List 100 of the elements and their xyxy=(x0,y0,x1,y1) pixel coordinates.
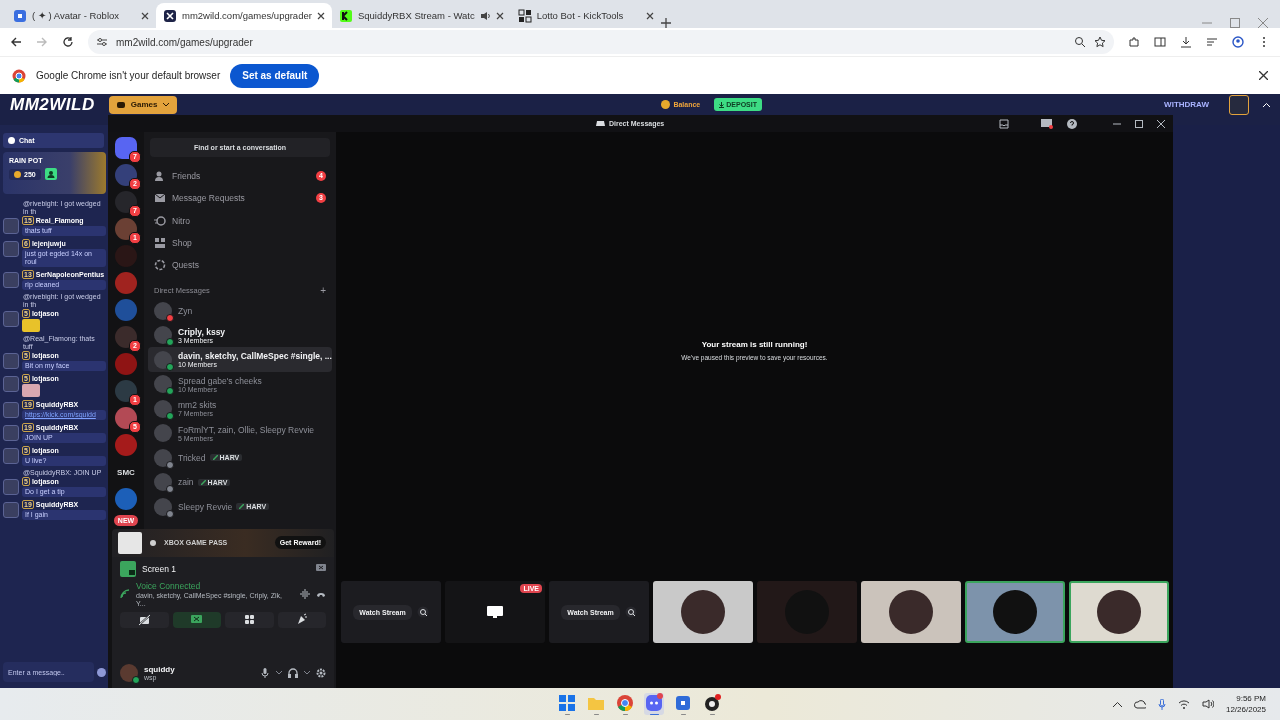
cloud-icon[interactable] xyxy=(1133,699,1146,709)
participant-tile[interactable] xyxy=(861,581,961,643)
friends-icon xyxy=(154,170,166,183)
emoji-icon[interactable] xyxy=(97,667,106,677)
microphone-icon[interactable] xyxy=(260,668,270,678)
close-icon[interactable] xyxy=(316,11,325,20)
avatar-image xyxy=(3,448,19,464)
set-default-button[interactable]: Set as default xyxy=(230,63,320,88)
url-text: mm2wild.com/games/upgrader xyxy=(116,36,253,48)
user-avatar[interactable] xyxy=(1229,94,1249,115)
obs-icon xyxy=(702,693,722,713)
avatar-image xyxy=(120,664,138,682)
browser-tab[interactable]: mm2wild.com/games/upgrader xyxy=(156,3,332,28)
signal-icon xyxy=(120,589,130,600)
download-icon xyxy=(719,101,725,108)
voice-control-button[interactable] xyxy=(172,612,221,628)
nav-label: Quests xyxy=(172,260,199,271)
avatar-image xyxy=(3,353,19,369)
avatar-image xyxy=(3,402,19,418)
new-tab-icon[interactable] xyxy=(660,18,671,28)
caret-icon[interactable] xyxy=(276,671,282,675)
clock[interactable]: 9:56 PM 12/26/2025 xyxy=(1225,694,1266,714)
browser-tab[interactable]: ( ✦ ) Avatar - Roblox xyxy=(6,3,156,28)
taskbar-app[interactable] xyxy=(702,693,722,715)
help-icon[interactable] xyxy=(1067,118,1077,129)
bookmark-star-icon[interactable] xyxy=(1094,36,1106,48)
screen-icon xyxy=(487,606,503,618)
close-icon[interactable] xyxy=(1259,71,1268,80)
leaf-icon xyxy=(212,455,218,461)
caret-icon[interactable] xyxy=(304,671,310,675)
voice-control-button[interactable] xyxy=(225,612,274,628)
wifi-icon[interactable] xyxy=(1177,699,1190,709)
server-icon[interactable] xyxy=(115,218,137,240)
shop-icon xyxy=(154,237,166,250)
settings-icon[interactable] xyxy=(316,668,326,678)
reload-icon[interactable] xyxy=(62,36,74,48)
site-info-icon[interactable] xyxy=(96,36,108,48)
participant-tile[interactable] xyxy=(653,581,753,643)
nav-item[interactable]: Quests xyxy=(144,254,336,277)
maximize-icon[interactable] xyxy=(1135,119,1143,128)
nav-item[interactable]: Shop xyxy=(144,231,336,255)
browser-tab[interactable]: Lotto Bot - KickTools xyxy=(510,3,661,28)
chrome-icon xyxy=(615,693,635,713)
extensions-icon[interactable] xyxy=(1128,36,1140,48)
screen-icon[interactable] xyxy=(1041,118,1053,129)
dm-name: zain xyxy=(178,477,194,488)
chevron-up-icon[interactable] xyxy=(1112,701,1122,707)
avatar-image xyxy=(1097,590,1141,634)
avatar-image xyxy=(154,424,172,443)
add-dm-button[interactable]: + xyxy=(320,285,326,296)
server-icon[interactable]: SMC xyxy=(117,461,135,483)
server-icon[interactable] xyxy=(115,380,137,402)
server-icon[interactable] xyxy=(115,407,137,429)
tab-favicon-icon xyxy=(517,8,532,23)
close-icon[interactable] xyxy=(141,11,149,20)
tab-favicon-icon xyxy=(163,8,177,23)
stop-sharing-icon[interactable] xyxy=(316,564,326,574)
browser-tab[interactable]: SquiddyRBX Stream - Watc xyxy=(331,3,511,28)
notice-title: Your stream is still running! xyxy=(701,340,808,349)
site-logo[interactable]: MM2WILD xyxy=(10,94,95,115)
voice-control-button[interactable] xyxy=(277,612,326,628)
participant-tile[interactable] xyxy=(965,581,1065,643)
nav-item[interactable]: Nitro xyxy=(144,209,336,232)
zoom-icon[interactable] xyxy=(1074,36,1086,48)
sticker-image xyxy=(22,319,40,332)
camera-off-icon xyxy=(137,613,151,627)
tab-favicon-icon xyxy=(13,8,27,23)
tab-search-icon[interactable] xyxy=(1206,36,1218,48)
close-icon[interactable] xyxy=(645,11,654,20)
headphones-icon[interactable] xyxy=(288,668,298,678)
discord-home-icon[interactable] xyxy=(115,137,137,159)
chat-bubble-icon xyxy=(8,137,15,144)
server-icon[interactable] xyxy=(115,164,137,186)
back-icon[interactable] xyxy=(10,36,22,48)
participant-tile[interactable] xyxy=(1069,581,1169,643)
address-bar[interactable]: mm2wild.com/games/upgrader xyxy=(88,30,1114,54)
dm-name: Criply, kssy xyxy=(178,326,226,337)
download-icon[interactable] xyxy=(1180,36,1192,48)
activity-icon xyxy=(242,613,256,627)
coin-icon xyxy=(14,170,21,178)
close-icon[interactable] xyxy=(495,11,504,20)
dm-name: Tricked xyxy=(178,452,206,463)
dm-name: Zyn xyxy=(178,305,193,316)
volume-icon[interactable] xyxy=(1201,699,1214,709)
voice-control-button[interactable] xyxy=(120,612,169,628)
server-icon[interactable] xyxy=(115,191,137,213)
dm-name: Spread gabe's cheeks xyxy=(178,375,262,386)
server-icon[interactable] xyxy=(115,326,137,348)
avatar-image xyxy=(3,425,19,441)
microphone-icon[interactable] xyxy=(1157,698,1166,710)
join-rain-icon[interactable] xyxy=(44,168,57,180)
games-button[interactable]: Games xyxy=(108,95,178,114)
withdraw-button[interactable]: WITHDRAW xyxy=(1158,99,1215,110)
dm-item[interactable]: Zyn xyxy=(148,298,332,323)
screen-share-title: Screen 1 xyxy=(142,564,177,574)
side-panel-icon[interactable] xyxy=(1154,36,1166,48)
avatar-image xyxy=(3,479,19,495)
close-icon[interactable] xyxy=(1157,119,1165,128)
profile-icon[interactable] xyxy=(1232,36,1244,48)
inbox-icon[interactable] xyxy=(999,118,1009,129)
